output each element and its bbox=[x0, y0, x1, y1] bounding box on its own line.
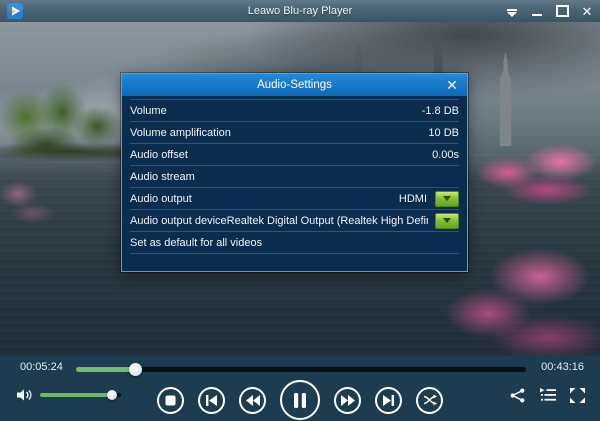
setting-value: Realtek Digital Output (Realtek High Def… bbox=[227, 215, 428, 227]
volume-handle[interactable] bbox=[107, 390, 117, 400]
setting-label: Set as default for all videos bbox=[130, 237, 262, 249]
volume-fill bbox=[40, 393, 112, 397]
seek-bar-fill bbox=[76, 367, 136, 372]
next-button[interactable] bbox=[375, 387, 402, 414]
maximize-icon[interactable] bbox=[553, 2, 571, 20]
fullscreen-icon bbox=[570, 388, 585, 403]
app-window: Leawo Blu-ray Player ✕ Audio-Settings ✕ … bbox=[0, 0, 600, 421]
transport-buttons bbox=[157, 380, 443, 420]
setting-row-audio-output-device[interactable]: Audio output device Realtek Digital Outp… bbox=[130, 210, 459, 232]
setting-row-volume[interactable]: Volume -1.8 DB bbox=[130, 100, 459, 122]
scene-pink-patch bbox=[0, 172, 60, 227]
pause-icon bbox=[293, 393, 307, 408]
setting-label: Volume bbox=[130, 105, 167, 117]
share-icon bbox=[510, 388, 525, 403]
skip-next-icon bbox=[382, 395, 395, 406]
fullscreen-button[interactable] bbox=[569, 387, 586, 403]
setting-value: 0.00s bbox=[432, 149, 459, 161]
setting-row-audio-stream[interactable]: Audio stream bbox=[130, 166, 459, 188]
seek-bar[interactable] bbox=[76, 367, 526, 372]
stop-button[interactable] bbox=[157, 387, 184, 414]
setting-row-set-default[interactable]: Set as default for all videos bbox=[130, 232, 459, 254]
setting-label: Audio offset bbox=[130, 149, 188, 161]
utility-buttons bbox=[509, 387, 586, 403]
fast-forward-icon bbox=[341, 395, 355, 406]
setting-row-audio-offset[interactable]: Audio offset 0.00s bbox=[130, 144, 459, 166]
setting-row-audio-output[interactable]: Audio output HDMI bbox=[130, 188, 459, 210]
scene-pink-flowers bbox=[468, 134, 600, 204]
scene-trees bbox=[0, 60, 130, 155]
playlist-button[interactable] bbox=[539, 387, 556, 403]
setting-label: Volume amplification bbox=[130, 127, 231, 139]
seek-handle[interactable] bbox=[129, 363, 142, 376]
shuffle-button[interactable] bbox=[416, 387, 443, 414]
setting-value: 10 DB bbox=[428, 127, 459, 139]
audio-output-device-dropdown[interactable] bbox=[435, 213, 459, 229]
setting-label: Audio output device bbox=[130, 215, 227, 227]
close-icon[interactable]: ✕ bbox=[578, 2, 596, 20]
scene-tower bbox=[432, 28, 444, 78]
menu-icon[interactable] bbox=[503, 2, 521, 20]
previous-button[interactable] bbox=[198, 387, 225, 414]
rewind-icon bbox=[246, 395, 260, 406]
playlist-icon bbox=[540, 388, 556, 402]
setting-value: HDMI bbox=[399, 193, 427, 205]
chevron-down-icon bbox=[443, 196, 451, 201]
dialog-title: Audio-Settings bbox=[257, 79, 332, 91]
titlebar: Leawo Blu-ray Player ✕ bbox=[0, 0, 600, 23]
total-time: 00:43:16 bbox=[541, 361, 584, 373]
share-button[interactable] bbox=[509, 387, 526, 403]
setting-label: Audio stream bbox=[130, 171, 195, 183]
fast-forward-button[interactable] bbox=[334, 387, 361, 414]
volume-slider[interactable] bbox=[40, 393, 121, 397]
scene-tower bbox=[498, 52, 513, 146]
dialog-header: Audio-Settings ✕ bbox=[122, 74, 467, 96]
speaker-icon[interactable] bbox=[16, 388, 33, 402]
setting-value: -1.8 DB bbox=[422, 105, 459, 117]
skip-previous-icon bbox=[205, 395, 218, 406]
rewind-button[interactable] bbox=[239, 387, 266, 414]
control-panel: 00:05:24 00:43:16 bbox=[0, 356, 600, 421]
pause-button[interactable] bbox=[280, 380, 320, 420]
elapsed-time: 00:05:24 bbox=[20, 361, 63, 373]
setting-label: Audio output bbox=[130, 193, 192, 205]
chevron-down-icon bbox=[443, 218, 451, 223]
audio-settings-dialog: Audio-Settings ✕ Volume -1.8 DB Volume a… bbox=[121, 73, 468, 272]
minimize-icon[interactable] bbox=[528, 2, 546, 20]
dialog-rows: Volume -1.8 DB Volume amplification 10 D… bbox=[130, 99, 459, 254]
stop-icon bbox=[165, 395, 176, 406]
setting-row-volume-amplification[interactable]: Volume amplification 10 DB bbox=[130, 122, 459, 144]
audio-output-dropdown[interactable] bbox=[435, 191, 459, 207]
dialog-close-icon[interactable]: ✕ bbox=[443, 74, 461, 96]
shuffle-icon bbox=[423, 394, 437, 406]
